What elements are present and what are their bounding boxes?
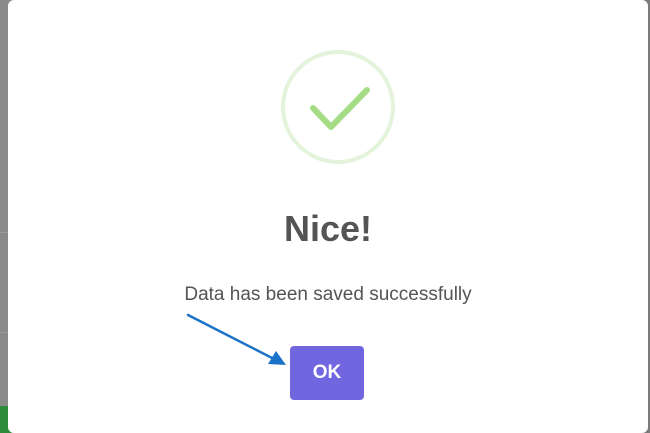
- success-dialog: Nice! Data has been saved successfully O…: [8, 0, 648, 433]
- dialog-title: Nice!: [283, 208, 373, 249]
- success-checkmark-icon: [281, 50, 395, 164]
- ok-button[interactable]: OK: [290, 346, 364, 400]
- checkmark-icon: [310, 87, 370, 130]
- dialog-message: Data has been saved successfully: [184, 284, 472, 305]
